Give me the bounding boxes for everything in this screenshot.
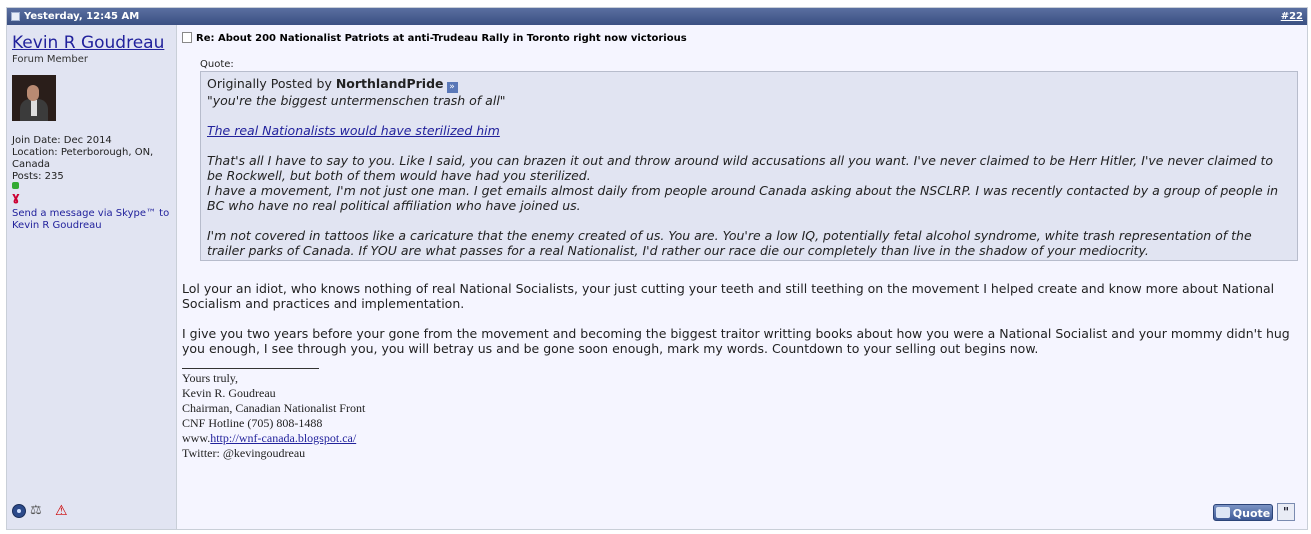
- username-link[interactable]: Kevin R Goudreau: [12, 33, 164, 53]
- sig-twitter: Twitter: @kevingoudreau: [182, 446, 306, 460]
- signature: Yours truly, Kevin R. Goudreau Chairman,…: [182, 371, 365, 461]
- avatar[interactable]: [12, 75, 56, 121]
- message-para1: Lol your an idiot, who knows nothing of …: [182, 281, 1275, 311]
- quote-author: NorthlandPride: [335, 76, 444, 91]
- sig-line2: Kevin R. Goudreau: [182, 386, 276, 400]
- quote-box: Originally Posted by NorthlandPride» "yo…: [200, 71, 1298, 261]
- post-title-icon: [182, 32, 192, 43]
- quote-line1: "you're the biggest untermenschen trash …: [207, 93, 506, 108]
- sig-line3: Chairman, Canadian Nationalist Front: [182, 401, 366, 415]
- sig-www: www.: [182, 431, 211, 445]
- reputation-scale-icon[interactable]: ⚖: [30, 504, 44, 518]
- quote-para3: I have a movement, I'm not just one man.…: [207, 183, 1279, 213]
- quote-pencil-icon: [1215, 507, 1230, 518]
- location-cont: Canada: [12, 159, 51, 170]
- post-count: Posts: 235: [12, 171, 64, 182]
- report-icon[interactable]: ⚠: [55, 504, 69, 518]
- view-ip-icon[interactable]: [12, 504, 26, 518]
- quote-link[interactable]: The real Nationalists would have sterili…: [207, 123, 500, 138]
- quote-button-label: Quote: [1232, 507, 1271, 520]
- originally-posted-by: Originally Posted by: [207, 76, 332, 91]
- sig-url-line: www.http://wnf-canada.blogspot.ca/: [182, 431, 365, 446]
- reputation-icon[interactable]: ɣ: [12, 191, 24, 204]
- user-info: Join Date: Dec 2014 Location: Peterborou…: [12, 135, 172, 183]
- forum-post: Yesterday, 12:45 AM #22 Kevin R Goudreau…: [6, 7, 1308, 530]
- sig-line4: CNF Hotline (705) 808-1488: [182, 416, 323, 430]
- quote-label: Quote:: [200, 59, 234, 70]
- quote-para2: That's all I have to say to you. Like I …: [207, 153, 1274, 183]
- view-post-arrow-icon[interactable]: »: [446, 82, 458, 93]
- post-title-text: Re: About 200 Nationalist Patriots at an…: [196, 33, 687, 44]
- user-actions: ⚖ ⚠: [12, 504, 82, 520]
- join-date: Join Date: Dec 2014: [12, 135, 112, 146]
- skype-link[interactable]: Send a message via Skype™ to Kevin R Gou…: [12, 208, 172, 232]
- post-message: Lol your an idiot, who knows nothing of …: [182, 281, 1302, 356]
- post-doc-icon: [11, 12, 20, 21]
- post-content: Re: About 200 Nationalist Patriots at an…: [182, 25, 1301, 529]
- post-header: Yesterday, 12:45 AM #22: [7, 8, 1307, 25]
- post-date: Yesterday, 12:45 AM: [24, 11, 140, 22]
- post-number: #22: [1281, 8, 1303, 25]
- multiquote-button[interactable]: ": [1277, 503, 1295, 521]
- sig-line1: Yours truly,: [182, 371, 239, 385]
- post-number-link[interactable]: #22: [1281, 11, 1303, 22]
- quote-button[interactable]: Quote: [1213, 504, 1273, 521]
- user-title: Forum Member: [12, 54, 89, 65]
- location: Location: Peterborough, ON,: [12, 147, 154, 158]
- signature-divider: [182, 368, 319, 369]
- user-panel: Kevin R Goudreau Forum Member Join Date:…: [7, 25, 177, 529]
- quote-para4: I'm not covered in tattoos like a carica…: [207, 228, 1252, 258]
- online-status-icon: [12, 182, 19, 189]
- sig-url-link[interactable]: http://wnf-canada.blogspot.ca/: [210, 431, 356, 445]
- message-para2: I give you two years before your gone fr…: [182, 326, 1290, 356]
- quote-attribution: Originally Posted by NorthlandPride»: [207, 76, 1291, 93]
- post-title: Re: About 200 Nationalist Patriots at an…: [182, 32, 687, 44]
